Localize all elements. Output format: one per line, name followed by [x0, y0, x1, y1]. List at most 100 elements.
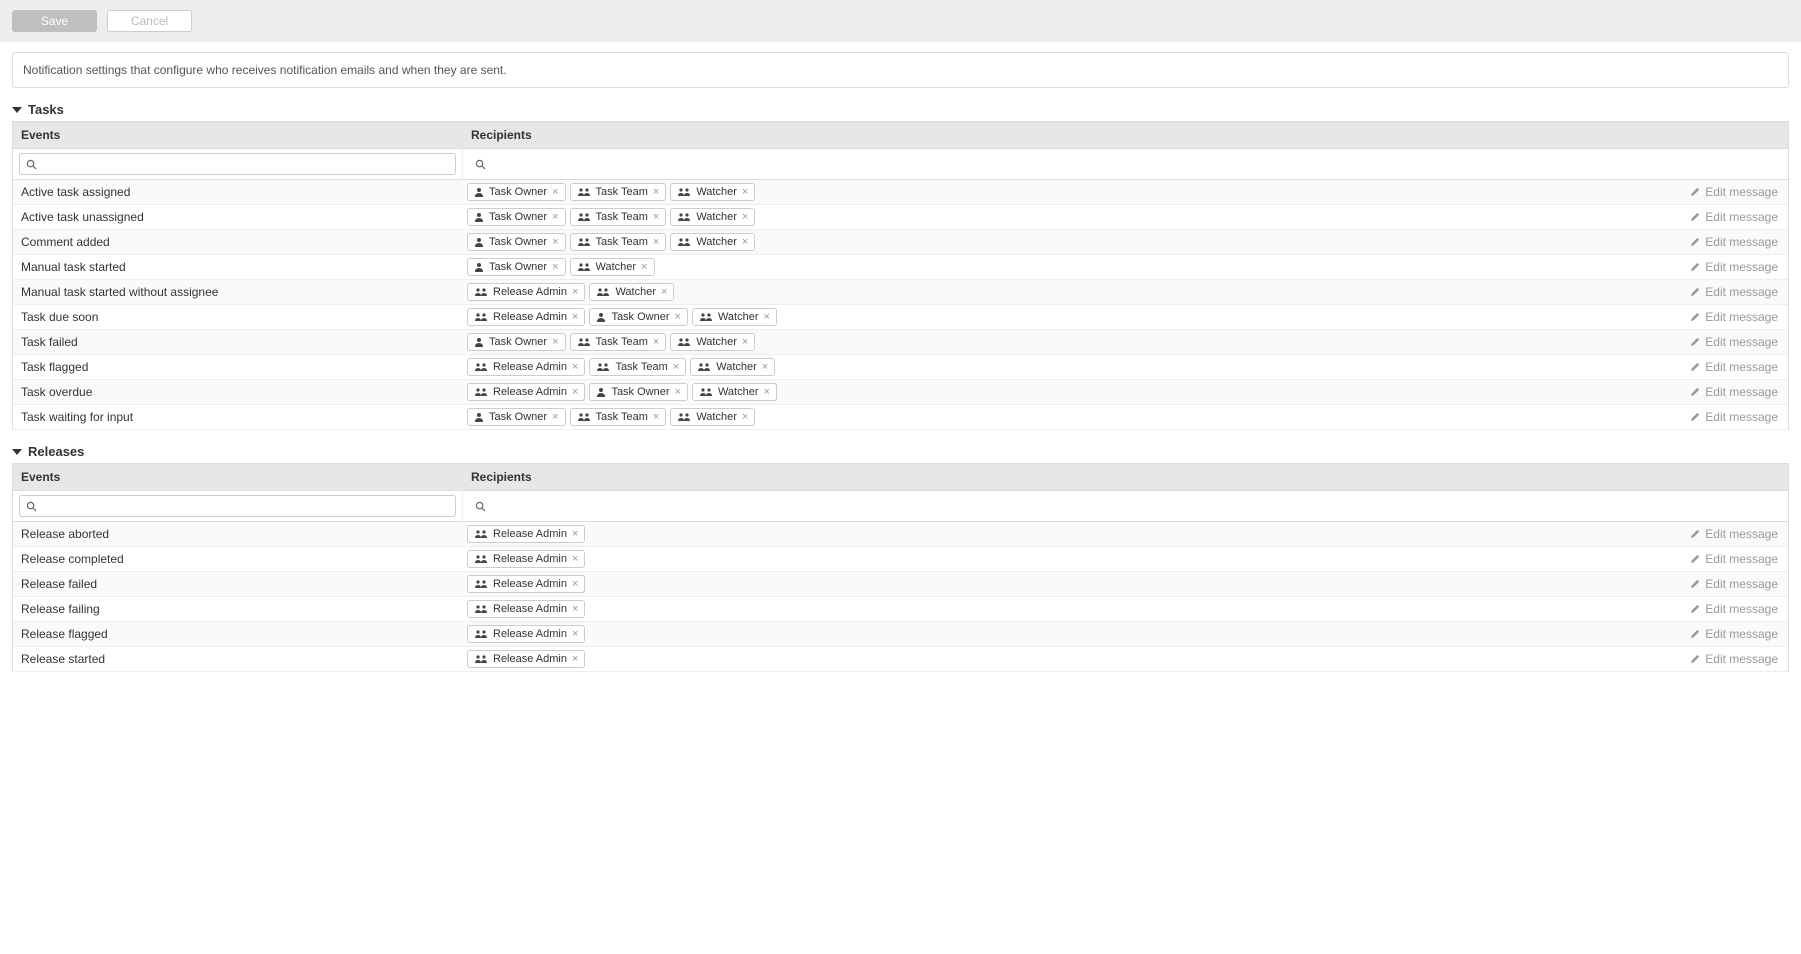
section-toggle[interactable]: Releases — [12, 440, 1789, 463]
recipients-filter[interactable] — [463, 149, 1788, 180]
remove-recipient-icon[interactable]: × — [764, 387, 770, 398]
remove-recipient-icon[interactable]: × — [552, 187, 558, 198]
recipient-chip[interactable]: Watcher × — [670, 408, 755, 426]
remove-recipient-icon[interactable]: × — [742, 187, 748, 198]
edit-message-link[interactable]: Edit message — [1680, 231, 1788, 253]
remove-recipient-icon[interactable]: × — [572, 629, 578, 640]
recipient-chip[interactable]: Task Team × — [570, 208, 667, 226]
recipient-chip[interactable]: Release Admin × — [467, 358, 585, 376]
remove-recipient-icon[interactable]: × — [572, 529, 578, 540]
recipient-chip[interactable]: Task Owner × — [467, 208, 566, 226]
recipients-cell[interactable]: Release Admin × Watcher × — [463, 280, 1680, 304]
recipients-cell[interactable]: Release Admin × — [463, 622, 1680, 646]
section-toggle[interactable]: Tasks — [12, 98, 1789, 121]
remove-recipient-icon[interactable]: × — [742, 337, 748, 348]
recipient-chip[interactable]: Release Admin × — [467, 575, 585, 593]
recipient-chip[interactable]: Task Team × — [570, 408, 667, 426]
recipient-chip[interactable]: Task Owner × — [467, 258, 566, 276]
remove-recipient-icon[interactable]: × — [552, 412, 558, 423]
remove-recipient-icon[interactable]: × — [742, 237, 748, 248]
remove-recipient-icon[interactable]: × — [572, 312, 578, 323]
recipients-cell[interactable]: Task Owner × Watcher × — [463, 255, 1680, 279]
edit-message-link[interactable]: Edit message — [1680, 331, 1788, 353]
events-filter[interactable] — [13, 491, 463, 522]
recipient-chip[interactable]: Task Team × — [570, 183, 667, 201]
recipient-chip[interactable]: Task Team × — [589, 358, 686, 376]
edit-message-link[interactable]: Edit message — [1680, 256, 1788, 278]
recipients-cell[interactable]: Task Owner × Task Team × Watcher × — [463, 405, 1680, 429]
recipient-chip[interactable]: Release Admin × — [467, 383, 585, 401]
remove-recipient-icon[interactable]: × — [552, 337, 558, 348]
recipient-chip[interactable]: Release Admin × — [467, 525, 585, 543]
edit-message-link[interactable]: Edit message — [1680, 598, 1788, 620]
recipient-chip[interactable]: Release Admin × — [467, 600, 585, 618]
recipient-chip[interactable]: Watcher × — [670, 208, 755, 226]
recipient-chip[interactable]: Task Owner × — [467, 408, 566, 426]
edit-message-link[interactable]: Edit message — [1680, 648, 1788, 670]
remove-recipient-icon[interactable]: × — [653, 187, 659, 198]
edit-message-link[interactable]: Edit message — [1680, 573, 1788, 595]
edit-message-link[interactable]: Edit message — [1680, 281, 1788, 303]
edit-message-link[interactable]: Edit message — [1680, 181, 1788, 203]
recipient-chip[interactable]: Task Owner × — [467, 233, 566, 251]
recipients-cell[interactable]: Task Owner × Task Team × Watcher × — [463, 230, 1680, 254]
recipients-cell[interactable]: Task Owner × Task Team × Watcher × — [463, 180, 1680, 204]
recipient-chip[interactable]: Watcher × — [690, 358, 775, 376]
edit-message-link[interactable]: Edit message — [1680, 381, 1788, 403]
recipient-chip[interactable]: Release Admin × — [467, 650, 585, 668]
edit-message-link[interactable]: Edit message — [1680, 306, 1788, 328]
remove-recipient-icon[interactable]: × — [552, 212, 558, 223]
recipients-cell[interactable]: Release Admin × Task Team × Watcher × — [463, 355, 1680, 379]
remove-recipient-icon[interactable]: × — [572, 362, 578, 373]
recipient-chip[interactable]: Task Team × — [570, 233, 667, 251]
recipients-cell[interactable]: Release Admin × — [463, 572, 1680, 596]
recipient-chip[interactable]: Task Owner × — [467, 183, 566, 201]
recipient-chip[interactable]: Watcher × — [670, 183, 755, 201]
recipient-chip[interactable]: Release Admin × — [467, 308, 585, 326]
remove-recipient-icon[interactable]: × — [653, 212, 659, 223]
recipient-chip[interactable]: Release Admin × — [467, 625, 585, 643]
remove-recipient-icon[interactable]: × — [764, 312, 770, 323]
recipients-cell[interactable]: Release Admin × — [463, 647, 1680, 671]
remove-recipient-icon[interactable]: × — [572, 554, 578, 565]
edit-message-link[interactable]: Edit message — [1680, 623, 1788, 645]
remove-recipient-icon[interactable]: × — [675, 312, 681, 323]
remove-recipient-icon[interactable]: × — [641, 262, 647, 273]
edit-message-link[interactable]: Edit message — [1680, 206, 1788, 228]
remove-recipient-icon[interactable]: × — [653, 237, 659, 248]
recipient-chip[interactable]: Watcher × — [589, 283, 674, 301]
save-button[interactable]: Save — [12, 10, 97, 32]
events-filter[interactable] — [13, 149, 463, 180]
recipients-cell[interactable]: Release Admin × — [463, 547, 1680, 571]
recipients-cell[interactable]: Task Owner × Task Team × Watcher × — [463, 330, 1680, 354]
recipients-cell[interactable]: Release Admin × Task Owner × Watcher × — [463, 305, 1680, 329]
remove-recipient-icon[interactable]: × — [552, 237, 558, 248]
recipient-chip[interactable]: Watcher × — [570, 258, 655, 276]
recipient-chip[interactable]: Watcher × — [670, 333, 755, 351]
edit-message-link[interactable]: Edit message — [1680, 406, 1788, 428]
recipient-chip[interactable]: Task Owner × — [589, 383, 688, 401]
remove-recipient-icon[interactable]: × — [552, 262, 558, 273]
remove-recipient-icon[interactable]: × — [572, 387, 578, 398]
recipient-chip[interactable]: Watcher × — [692, 308, 777, 326]
cancel-button[interactable]: Cancel — [107, 10, 192, 32]
recipients-cell[interactable]: Release Admin × — [463, 597, 1680, 621]
remove-recipient-icon[interactable]: × — [572, 654, 578, 665]
remove-recipient-icon[interactable]: × — [673, 362, 679, 373]
recipient-chip[interactable]: Watcher × — [670, 233, 755, 251]
recipient-chip[interactable]: Task Owner × — [589, 308, 688, 326]
remove-recipient-icon[interactable]: × — [653, 412, 659, 423]
recipient-chip[interactable]: Release Admin × — [467, 550, 585, 568]
recipient-chip[interactable]: Release Admin × — [467, 283, 585, 301]
remove-recipient-icon[interactable]: × — [675, 387, 681, 398]
recipient-chip[interactable]: Task Owner × — [467, 333, 566, 351]
remove-recipient-icon[interactable]: × — [572, 604, 578, 615]
recipient-chip[interactable]: Watcher × — [692, 383, 777, 401]
edit-message-link[interactable]: Edit message — [1680, 548, 1788, 570]
remove-recipient-icon[interactable]: × — [661, 287, 667, 298]
remove-recipient-icon[interactable]: × — [653, 337, 659, 348]
recipients-cell[interactable]: Release Admin × Task Owner × Watcher × — [463, 380, 1680, 404]
recipient-chip[interactable]: Task Team × — [570, 333, 667, 351]
edit-message-link[interactable]: Edit message — [1680, 523, 1788, 545]
recipients-cell[interactable]: Release Admin × — [463, 522, 1680, 546]
